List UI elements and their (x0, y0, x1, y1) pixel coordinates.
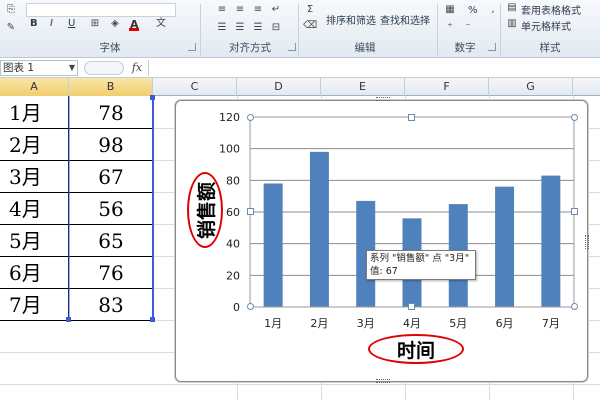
x-tick-labels: 1月 2月 3月 4月 5月 6月 7月 (264, 317, 560, 330)
chart-resize-grip[interactable] (376, 97, 390, 101)
y-tick-label: 0 (233, 301, 240, 314)
plot-resize-handle[interactable] (247, 114, 254, 121)
x-tick-label: 3月 (357, 317, 375, 330)
data-point-tooltip: 系列 "销售额" 点 "3月" 值: 67 (366, 250, 476, 280)
plot-resize-handle[interactable] (571, 208, 578, 215)
chart-resize-grip[interactable] (376, 379, 390, 383)
bar-2[interactable] (309, 151, 329, 307)
plot-resize-handle[interactable] (571, 114, 578, 121)
y-tick-label: 80 (226, 174, 240, 187)
bar-chart: 0 20 40 60 80 100 120 1月 2月 3月 4月 5月 6月 7月 (219, 111, 575, 330)
x-tick-label: 4月 (403, 317, 421, 330)
y-tick-label: 20 (226, 269, 240, 282)
x-tick-label: 6月 (496, 317, 514, 330)
x-axis-title[interactable]: 时间 (368, 334, 464, 364)
y-axis-title[interactable]: 销售额 (187, 172, 223, 248)
plot-resize-handle[interactable] (247, 208, 254, 215)
chart-resize-grip[interactable] (585, 235, 589, 249)
plot-resize-handle[interactable] (408, 303, 415, 310)
bars (263, 151, 561, 308)
tooltip-series-line: 系列 "销售额" 点 "3月" (370, 253, 470, 264)
x-tick-label: 5月 (449, 317, 467, 330)
bar-1[interactable] (263, 183, 283, 308)
tooltip-value-line: 值: 67 (370, 266, 398, 277)
y-tick-label: 120 (219, 111, 240, 124)
plot-resize-handle[interactable] (247, 303, 254, 310)
y-tick-label: 60 (226, 206, 240, 219)
x-tick-label: 2月 (310, 317, 328, 330)
x-tick-label: 7月 (542, 317, 560, 330)
x-tick-label: 1月 (264, 317, 282, 330)
bar-7[interactable] (541, 175, 561, 307)
y-axis-title-text: 销售额 (195, 181, 218, 239)
plot-resize-handle[interactable] (408, 114, 415, 121)
y-tick-label: 100 (219, 143, 240, 156)
plot-resize-handle[interactable] (571, 303, 578, 310)
y-tick-label: 40 (226, 238, 240, 251)
bar-6[interactable] (495, 186, 515, 307)
